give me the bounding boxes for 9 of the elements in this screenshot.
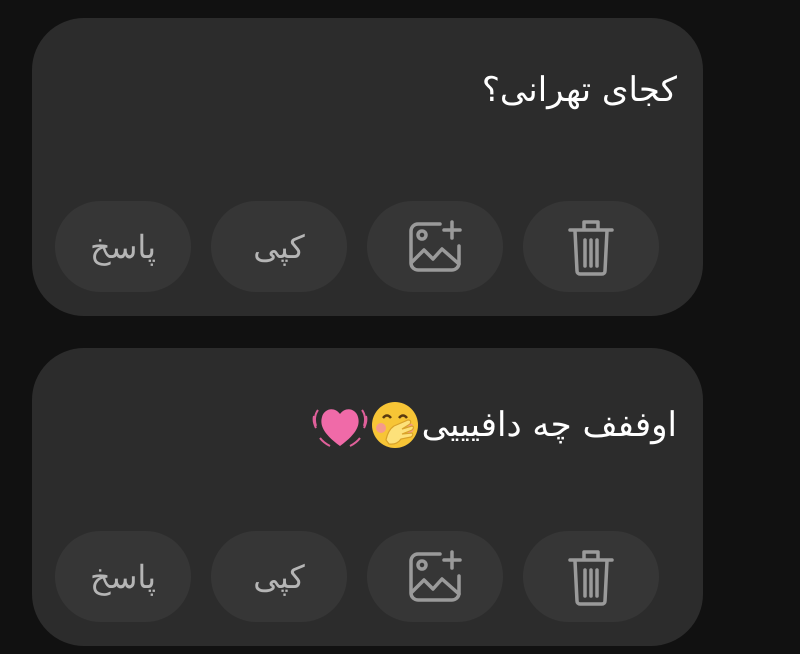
reply-button[interactable]: پاسخ [55,531,191,622]
trash-icon [567,218,615,276]
trash-icon [567,548,615,606]
message-text: کجای تهرانی؟ [482,70,677,110]
reply-button[interactable]: پاسخ [55,201,191,292]
message-text: اوففف چه دافیییی [422,405,677,445]
copy-button[interactable]: کپی [211,201,347,292]
copy-button[interactable]: کپی [211,531,347,622]
face-with-hand-icon [370,400,420,450]
